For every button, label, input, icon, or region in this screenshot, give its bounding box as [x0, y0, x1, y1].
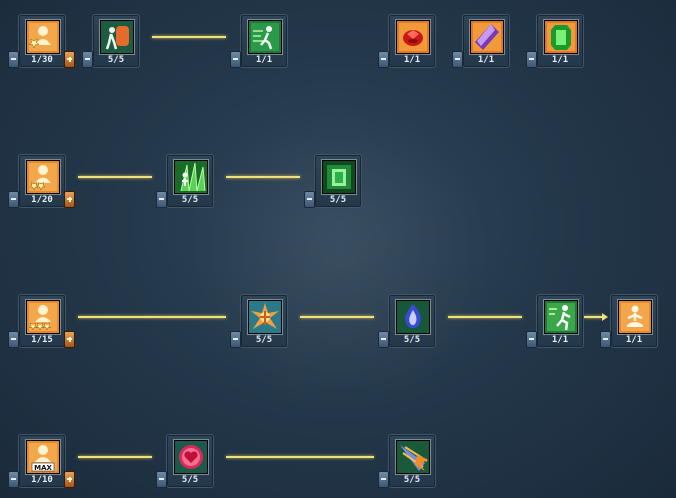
connector-line: [300, 316, 374, 318]
green-cube-icon: [322, 160, 356, 194]
skill-level: 1/15: [31, 335, 53, 345]
skill-slot[interactable]: 1/1: [536, 14, 584, 68]
connector-arrow: [602, 313, 608, 321]
decrease-button[interactable]: [526, 331, 537, 348]
blue-flame-icon: [396, 300, 430, 334]
decrease-button[interactable]: [526, 51, 537, 68]
passive-max-icon: MAX: [26, 440, 60, 474]
connector-line: [584, 316, 602, 318]
max-badge: MAX: [34, 464, 52, 472]
skill-slot[interactable]: 1/1: [536, 294, 584, 348]
skill-level: 1/30: [31, 55, 53, 65]
green-crystal-icon: [544, 20, 578, 54]
connector-line: [226, 456, 374, 458]
skill-level: 5/5: [107, 55, 125, 65]
red-gem-icon: [396, 20, 430, 54]
increase-button[interactable]: [64, 191, 75, 208]
skill-slot[interactable]: 5/5: [314, 154, 362, 208]
decrease-button[interactable]: [8, 331, 19, 348]
skill-tree: 1/30 5/5 1/1 1/1 1/1 1/1 1/20 5/5 5/5 1/…: [0, 0, 676, 498]
decrease-button[interactable]: [156, 471, 167, 488]
decrease-button[interactable]: [230, 51, 241, 68]
decrease-button[interactable]: [378, 51, 389, 68]
decrease-button[interactable]: [8, 51, 19, 68]
decrease-button[interactable]: [600, 331, 611, 348]
decrease-button[interactable]: [304, 191, 315, 208]
skill-slot[interactable]: 5/5: [92, 14, 140, 68]
skill-level: 1/1: [403, 55, 421, 65]
skill-slot[interactable]: 1/1: [388, 14, 436, 68]
increase-button[interactable]: [64, 471, 75, 488]
skill-level: 5/5: [255, 335, 273, 345]
purple-crystal-icon: [470, 20, 504, 54]
skill-slot[interactable]: 5/5: [240, 294, 288, 348]
increase-button[interactable]: [64, 331, 75, 348]
meditate-icon: [618, 300, 652, 334]
decrease-button[interactable]: [230, 331, 241, 348]
connector-line: [78, 176, 152, 178]
skill-slot[interactable]: 1/1: [240, 14, 288, 68]
skill-slot[interactable]: 5/5: [388, 434, 436, 488]
skill-level: 5/5: [181, 195, 199, 205]
connector-line: [78, 316, 226, 318]
skill-level: 5/5: [329, 195, 347, 205]
skill-level: 1/1: [477, 55, 495, 65]
skill-slot[interactable]: 1/1: [462, 14, 510, 68]
skill-slot[interactable]: MAX 1/10: [18, 434, 66, 488]
decrease-button[interactable]: [378, 331, 389, 348]
skill-slot[interactable]: 1/1: [610, 294, 658, 348]
skill-level: 1/20: [31, 195, 53, 205]
stone-skin-icon: [100, 20, 134, 54]
skill-level: 5/5: [181, 475, 199, 485]
skill-level: 1/1: [625, 335, 643, 345]
feather-burst-icon: [396, 440, 430, 474]
run-icon: [544, 300, 578, 334]
dash-icon: [248, 20, 282, 54]
skill-slot[interactable]: 1/20: [18, 154, 66, 208]
connector-line: [152, 36, 226, 38]
decrease-button[interactable]: [156, 191, 167, 208]
skill-slot[interactable]: 1/30: [18, 14, 66, 68]
skill-slot[interactable]: 5/5: [388, 294, 436, 348]
green-aura-icon: [174, 160, 208, 194]
skill-level: 5/5: [403, 335, 421, 345]
passive-stars-icon: [26, 300, 60, 334]
skill-slot[interactable]: 5/5: [166, 154, 214, 208]
increase-button[interactable]: [64, 51, 75, 68]
passive-stars-icon: [26, 160, 60, 194]
decrease-button[interactable]: [378, 471, 389, 488]
decrease-button[interactable]: [8, 191, 19, 208]
connector-line: [78, 456, 152, 458]
skill-level: 1/1: [255, 55, 273, 65]
connector-line: [226, 176, 300, 178]
decrease-button[interactable]: [452, 51, 463, 68]
connector-line: [448, 316, 522, 318]
skill-slot[interactable]: 5/5: [166, 434, 214, 488]
burst-icon: [248, 300, 282, 334]
skill-level: 1/1: [551, 335, 569, 345]
skill-level: 5/5: [403, 475, 421, 485]
decrease-button[interactable]: [8, 471, 19, 488]
decrease-button[interactable]: [82, 51, 93, 68]
heart-icon: [174, 440, 208, 474]
skill-level: 1/1: [551, 55, 569, 65]
skill-slot[interactable]: 1/15: [18, 294, 66, 348]
passive-stars-icon: [26, 20, 60, 54]
skill-level: 1/10: [31, 475, 53, 485]
